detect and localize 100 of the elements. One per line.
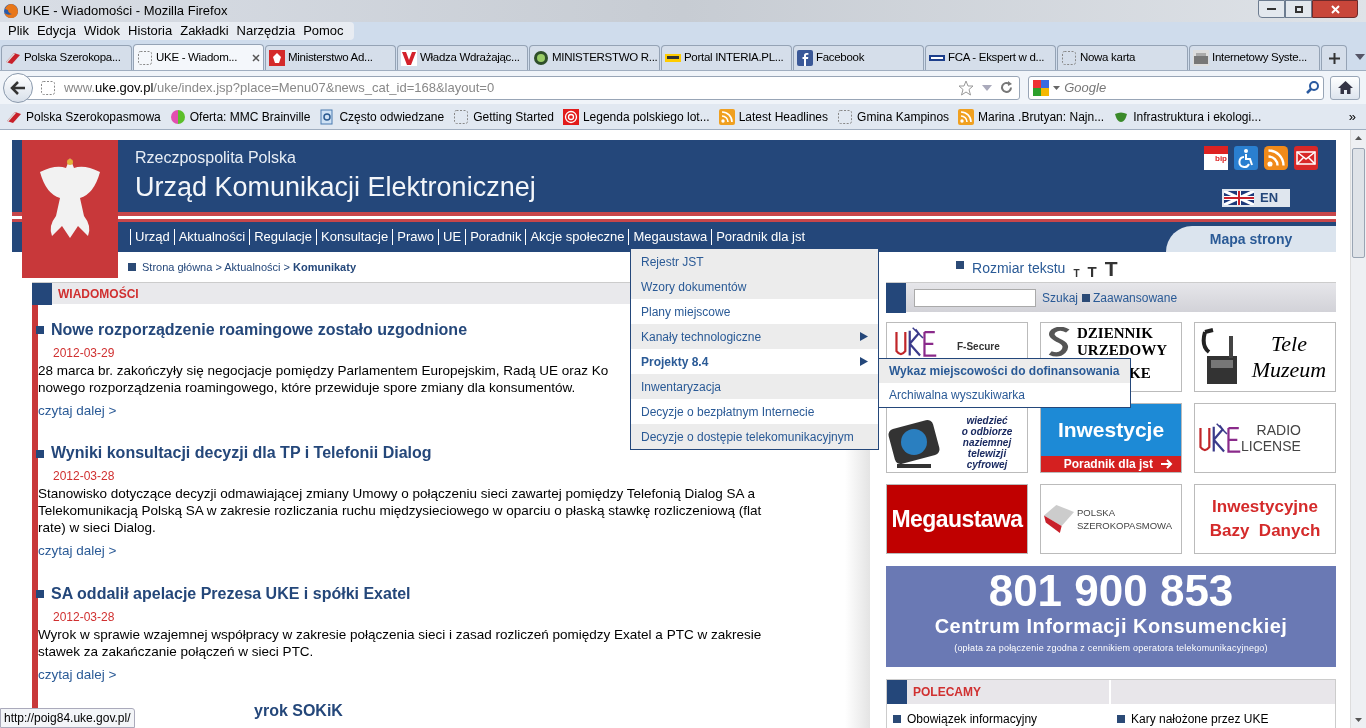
- more-bookmarks-button[interactable]: »: [1348, 106, 1356, 127]
- text-size-button[interactable]: T: [1104, 258, 1118, 280]
- bullet-icon: [893, 715, 901, 723]
- rss-icon[interactable]: [1264, 146, 1288, 170]
- url-text: www.uke.gov.pl/uke/index.jsp?place=Menu07&news_cat_id=168&layout=0: [64, 78, 495, 97]
- bookmark-item[interactable]: Oferta: MMC Brainville: [169, 107, 313, 126]
- scroll-thumb[interactable]: [1352, 148, 1365, 258]
- bookmark-item[interactable]: Infrastruktura i ekologi...: [1113, 107, 1264, 126]
- search-field[interactable]: Google: [1028, 75, 1325, 100]
- promo-banner[interactable]: Inwestycje Poradnik dla jst: [1040, 403, 1182, 473]
- nav-link[interactable]: UE: [438, 229, 466, 245]
- menu-item[interactable]: Pomoc: [299, 21, 348, 41]
- menu-item[interactable]: Zakładki: [176, 21, 233, 41]
- bookmark-item[interactable]: Polska Szerokopasmowa: [6, 107, 163, 126]
- dropdown-item[interactable]: Rejestr JST: [631, 249, 878, 274]
- status-url: http://poig84.uke.gov.pl/: [0, 708, 135, 728]
- browser-tab[interactable]: Polska Szerokopa...: [1, 45, 132, 70]
- restore-button[interactable]: [1285, 0, 1312, 18]
- read-more-link[interactable]: czytaj dalej >: [38, 664, 117, 685]
- sitemap-link[interactable]: Mapa strony: [1166, 226, 1336, 252]
- menu-item[interactable]: Widok: [80, 21, 125, 41]
- bookmark-item[interactable]: Latest Headlines: [718, 107, 831, 126]
- promo-banner[interactable]: Megaustawa: [886, 484, 1028, 554]
- bookmark-item[interactable]: Marina .Brutyan: Najn...: [958, 107, 1107, 126]
- browser-tab[interactable]: Facebook: [793, 45, 924, 70]
- browser-tab[interactable]: Nowa karta: [1057, 45, 1188, 70]
- scroll-up-icon[interactable]: [1355, 136, 1362, 140]
- mail-icon[interactable]: [1294, 146, 1318, 170]
- minimize-button[interactable]: [1258, 0, 1285, 18]
- menu-item[interactable]: Historia: [124, 21, 177, 41]
- tile-text: Bazy Danych: [1209, 520, 1321, 542]
- dropdown-item[interactable]: Decyzje o dostępie telekomunikacyjnym: [631, 424, 878, 449]
- bookmark-item[interactable]: Getting Started: [453, 107, 556, 126]
- search-button[interactable]: Szukaj: [1042, 288, 1079, 307]
- search-icon[interactable]: [1306, 81, 1320, 94]
- browser-tab[interactable]: FCA - Ekspert w d...: [925, 45, 1056, 70]
- news-title-link[interactable]: Wyniki konsultacji decyzji dla TP i Telefonii Dialog: [51, 441, 432, 466]
- dropdown-item[interactable]: Wzory dokumentów: [631, 274, 878, 299]
- new-tab-button[interactable]: [1321, 45, 1347, 70]
- site-search-field[interactable]: [914, 288, 1036, 307]
- bookmark-item[interactable]: Często odwiedzane: [319, 107, 447, 126]
- read-more-link[interactable]: czytaj dalej >: [38, 401, 117, 422]
- browser-tab[interactable]: Władza Wdrażając...: [397, 45, 528, 70]
- nav-link[interactable]: Konsultacje: [316, 229, 393, 245]
- menu-item[interactable]: Plik: [4, 21, 33, 41]
- news-title-link[interactable]: Nowe rozporządzenie roamingowe zostało uzgodnione: [51, 318, 468, 342]
- bip-logo[interactable]: bip: [1204, 146, 1228, 170]
- nav-link[interactable]: Akcje społeczne: [525, 229, 629, 245]
- close-icon: [1330, 4, 1340, 14]
- browser-tab[interactable]: Internetowy Syste...: [1189, 45, 1320, 70]
- text-size-button[interactable]: T: [1087, 264, 1097, 280]
- star-icon[interactable]: [958, 79, 975, 96]
- close-button[interactable]: [1312, 0, 1358, 18]
- browser-tab[interactable]: UKE - Wiadom...: [133, 44, 264, 70]
- scroll-down-icon[interactable]: [1355, 718, 1362, 722]
- nav-link[interactable]: Aktualności: [173, 229, 250, 245]
- home-button[interactable]: [1330, 75, 1360, 100]
- promo-banner[interactable]: Inwestycyjne Bazy Danych: [1194, 484, 1336, 554]
- blank-page-icon: [40, 79, 56, 96]
- nav-link[interactable]: Prawo: [392, 229, 439, 245]
- dropdown-item[interactable]: Inwentaryzacja: [631, 374, 878, 399]
- address-field[interactable]: www.uke.gov.pl/uke/index.jsp?place=Menu07&news_cat_id=168&layout=0: [27, 75, 1021, 100]
- bullet-icon: [36, 449, 44, 458]
- browser-tab[interactable]: MINISTERSTWO R...: [529, 45, 660, 70]
- browser-tab[interactable]: Portal INTERIA.PL...: [661, 45, 792, 70]
- accessibility-icon[interactable]: [1234, 146, 1258, 170]
- tab-list-caret-icon[interactable]: [1355, 54, 1365, 60]
- menu-item[interactable]: Narzędzia: [232, 21, 300, 41]
- hotline-banner[interactable]: 801 900 853 Centrum Informacji Konsumenckiej (opłata za połączenie zgodna z cennikiem operatora telekomunikacyjnego): [886, 566, 1336, 667]
- reload-icon[interactable]: [1000, 81, 1014, 94]
- menu-item[interactable]: Edycja: [32, 21, 80, 41]
- news-title-link[interactable]: yrok SOKiK: [254, 698, 343, 723]
- promo-banner[interactable]: POLSKA SZEROKOPASMOWA: [1040, 484, 1182, 554]
- read-more-link[interactable]: czytaj dalej >: [38, 541, 117, 562]
- advanced-search-link[interactable]: Zaawansowane: [1093, 288, 1178, 307]
- recommended-link[interactable]: Kary nałożone przez UKE: [1131, 710, 1269, 728]
- news-title-link[interactable]: SA oddalił apelacje Prezesa UKE i spółki Exatel: [51, 581, 411, 606]
- browser-tab[interactable]: Ministerstwo Ad...: [265, 45, 396, 70]
- news-text: Telekomunikacją Polską SA w zakresie rozliczania ruchu międzysieciowego w oparciu o płaską stawkę rozliczeniową (flat: [38, 502, 762, 520]
- promo-banner[interactable]: Tele Muzeum: [1194, 322, 1336, 392]
- nav-link[interactable]: Regulacje: [249, 229, 316, 245]
- nav-link[interactable]: Poradnik: [465, 229, 526, 245]
- text-size-button[interactable]: T: [1073, 269, 1080, 280]
- language-link[interactable]: EN: [1222, 189, 1290, 207]
- search-input[interactable]: Google: [1064, 77, 1303, 98]
- dropdown-item[interactable]: Kanały technologiczne: [631, 324, 878, 349]
- nav-link[interactable]: Poradnik dla jst: [711, 229, 809, 245]
- promo-banner[interactable]: RADIO LICENSE: [1194, 403, 1336, 473]
- nav-link[interactable]: Megaustawa: [628, 229, 712, 245]
- blank-page-icon: [453, 108, 470, 125]
- bookmark-item[interactable]: Legenda polskiego lot...: [562, 107, 712, 126]
- submenu-item[interactable]: Wykaz miejscowości do dofinansowania: [879, 359, 1130, 383]
- back-button[interactable]: [3, 72, 33, 103]
- section-marker: [886, 282, 906, 313]
- paragraph-sign-icon: [1047, 327, 1071, 357]
- bookmark-item[interactable]: Gmina Kampinos: [837, 107, 952, 126]
- nav-link[interactable]: Urząd: [130, 229, 174, 245]
- close-tab-icon[interactable]: [252, 53, 260, 62]
- recommended-link[interactable]: Obowiązek informacyjny: [907, 710, 1038, 728]
- tab-label: Portal INTERIA.PL...: [684, 50, 784, 66]
